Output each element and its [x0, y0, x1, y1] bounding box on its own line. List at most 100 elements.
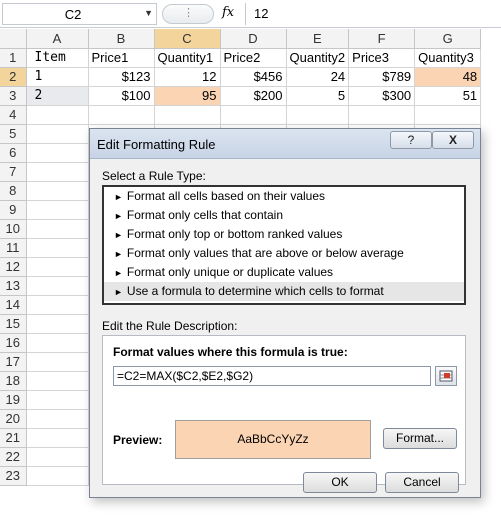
column-header-c[interactable]: C — [154, 29, 221, 49]
cancel-button[interactable]: Cancel — [385, 472, 459, 493]
cell-d3[interactable]: $200 — [220, 86, 287, 106]
formula-field[interactable]: =C2=MAX($C2,$E2,$G2) — [113, 366, 431, 386]
row-header[interactable]: 20 — [0, 409, 27, 429]
cell-a19[interactable] — [26, 390, 89, 410]
cell-a6[interactable] — [26, 143, 89, 163]
rule-type-item[interactable]: ► Use a formula to determine which cells … — [104, 282, 464, 301]
cell-a22[interactable] — [26, 447, 89, 467]
rule-type-item[interactable]: ► Format only top or bottom ranked values — [104, 225, 464, 244]
cell-f2[interactable]: $789 — [348, 67, 416, 87]
cell-a11[interactable] — [26, 238, 89, 258]
cell-g1[interactable]: Quantity3 — [414, 48, 482, 68]
row-header[interactable]: 3 — [0, 86, 27, 106]
help-button[interactable]: ? — [390, 131, 432, 149]
insert-function-icon[interactable]: fx — [222, 5, 234, 20]
row-header[interactable]: 4 — [0, 105, 27, 125]
cell-b4[interactable] — [88, 105, 155, 125]
cell-a7[interactable] — [26, 162, 89, 182]
rule-type-label: Format only cells that contain — [126, 208, 283, 222]
column-header-d[interactable]: D — [220, 29, 287, 49]
rule-type-item[interactable]: ► Format only unique or duplicate values — [104, 263, 464, 282]
cell-a21[interactable] — [26, 428, 89, 448]
cell-a15[interactable] — [26, 314, 89, 334]
row-header[interactable]: 15 — [0, 314, 27, 334]
column-header-b[interactable]: B — [88, 29, 155, 49]
row-header[interactable]: 6 — [0, 143, 27, 163]
column-header-e[interactable]: E — [286, 29, 350, 49]
cell-a4[interactable] — [26, 105, 89, 125]
cell-f3[interactable]: $300 — [348, 86, 416, 106]
cell-b2[interactable]: $123 — [88, 67, 155, 87]
cell-e3[interactable]: 5 — [286, 86, 350, 106]
cell-c4[interactable] — [154, 105, 221, 125]
cell-a16[interactable] — [26, 333, 89, 353]
row-header[interactable]: 8 — [0, 181, 27, 201]
row-header[interactable]: 17 — [0, 352, 27, 372]
row-header[interactable]: 21 — [0, 428, 27, 448]
select-all-corner[interactable] — [0, 29, 27, 49]
chevron-down-icon[interactable]: ▼ — [144, 8, 153, 18]
cell-e4[interactable] — [286, 105, 350, 125]
rule-type-item[interactable]: ► Format only cells that contain — [104, 206, 464, 225]
formula-input[interactable]: 12 — [245, 3, 501, 25]
row-header[interactable]: 14 — [0, 295, 27, 315]
row-header[interactable]: 18 — [0, 371, 27, 391]
cell-a12[interactable] — [26, 257, 89, 277]
cell-b1[interactable]: Price1 — [88, 48, 155, 68]
cell-g3[interactable]: 51 — [414, 86, 482, 106]
cell-a8[interactable] — [26, 181, 89, 201]
collapse-dialog-button[interactable] — [435, 366, 457, 386]
rule-type-item[interactable]: ► Format all cells based on their values — [104, 187, 464, 206]
cell-d1[interactable]: Price2 — [220, 48, 287, 68]
row-header[interactable]: 1 — [0, 48, 27, 68]
column-header-a[interactable]: A — [26, 29, 89, 49]
row-header[interactable]: 10 — [0, 219, 27, 239]
cell-a3[interactable]: 2 — [26, 86, 89, 106]
cell-a18[interactable] — [26, 371, 89, 391]
cell-a1[interactable]: Item — [26, 48, 89, 68]
name-box[interactable]: C2 ▼ — [2, 3, 157, 25]
formula-bar-resize-handle[interactable]: ⋮ — [162, 4, 214, 24]
cell-a5[interactable] — [26, 124, 89, 144]
cell-c2[interactable]: 12 — [154, 67, 221, 87]
close-button[interactable]: X — [432, 131, 474, 149]
cell-a17[interactable] — [26, 352, 89, 372]
row-header[interactable]: 2 — [0, 67, 27, 87]
column-header-f[interactable]: F — [348, 29, 416, 49]
cell-f1[interactable]: Price3 — [348, 48, 416, 68]
cell-g2[interactable]: 48 — [414, 67, 482, 87]
rule-type-item[interactable]: ► Format only values that are above or be… — [104, 244, 464, 263]
cell-a20[interactable] — [26, 409, 89, 429]
row-header[interactable]: 19 — [0, 390, 27, 410]
cell-d2[interactable]: $456 — [220, 67, 287, 87]
rule-type-label: Use a formula to determine which cells t… — [126, 284, 384, 298]
cell-d4[interactable] — [220, 105, 287, 125]
row-header[interactable]: 13 — [0, 276, 27, 296]
row-header[interactable]: 7 — [0, 162, 27, 182]
cell-a9[interactable] — [26, 200, 89, 220]
column-header-g[interactable]: G — [414, 29, 482, 49]
cell-a23[interactable] — [26, 466, 89, 486]
cell-f4[interactable] — [348, 105, 416, 125]
triangle-right-icon: ► — [114, 268, 123, 278]
row-header[interactable]: 5 — [0, 124, 27, 144]
format-button[interactable]: Format... — [383, 428, 457, 449]
cell-a2[interactable]: 1 — [26, 67, 89, 87]
ok-button[interactable]: OK — [303, 472, 377, 493]
cell-a13[interactable] — [26, 276, 89, 296]
cell-a10[interactable] — [26, 219, 89, 239]
rule-type-list[interactable]: ► Format all cells based on their values ►… — [102, 185, 466, 305]
cell-c1[interactable]: Quantity1 — [154, 48, 221, 68]
row-header[interactable]: 9 — [0, 200, 27, 220]
cell-c3[interactable]: 95 — [154, 86, 221, 106]
row-header[interactable]: 22 — [0, 447, 27, 467]
cell-b3[interactable]: $100 — [88, 86, 155, 106]
row-header[interactable]: 23 — [0, 466, 27, 486]
cell-e1[interactable]: Quantity2 — [286, 48, 350, 68]
cell-g4[interactable] — [414, 105, 482, 125]
row-header[interactable]: 16 — [0, 333, 27, 353]
row-header[interactable]: 12 — [0, 257, 27, 277]
row-header[interactable]: 11 — [0, 238, 27, 258]
cell-a14[interactable] — [26, 295, 89, 315]
cell-e2[interactable]: 24 — [286, 67, 350, 87]
